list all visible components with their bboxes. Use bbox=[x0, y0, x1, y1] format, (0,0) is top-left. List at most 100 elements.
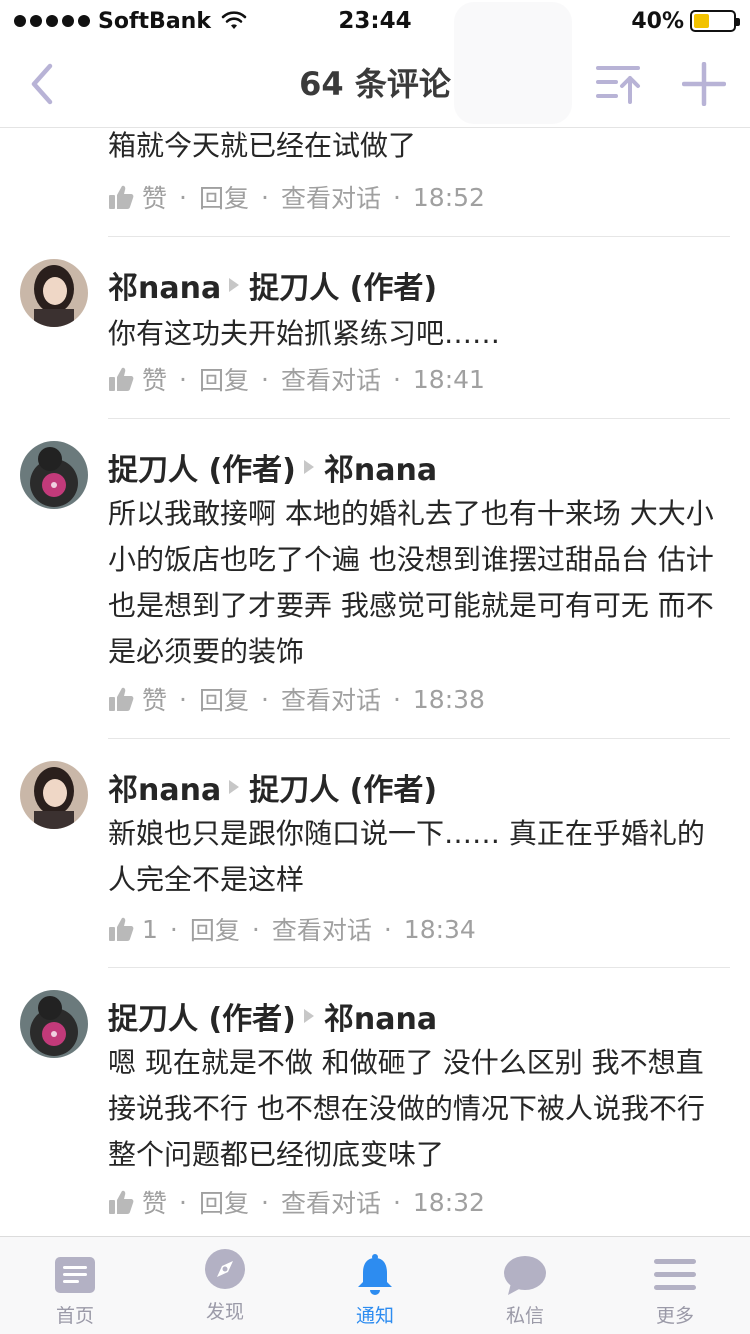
reply-button[interactable]: 回复 bbox=[199, 179, 249, 215]
comment-time: 18:34 bbox=[403, 914, 476, 944]
comment-time: 18:38 bbox=[412, 684, 485, 714]
comment-time: 18:41 bbox=[412, 364, 485, 394]
author-line: 捉刀人 (作者) 祁nana bbox=[108, 994, 437, 1038]
reply-button[interactable]: 回复 bbox=[199, 1184, 249, 1220]
avatar[interactable] bbox=[20, 441, 88, 509]
comment-text: 嗯 现在就是不做 和做砸了 没什么区别 我不想直接说我不行 也不想在没做的情况下… bbox=[108, 1046, 705, 1171]
comment-text: 箱就今天就已经在试做了 bbox=[108, 129, 417, 162]
like-label[interactable]: 赞 bbox=[142, 361, 167, 397]
thumbs-up-icon[interactable] bbox=[108, 916, 134, 942]
author-line: 捉刀人 (作者) 祁nana bbox=[108, 445, 437, 489]
tab-discover[interactable]: 发现 bbox=[150, 1237, 300, 1334]
tab-messages[interactable]: 私信 bbox=[450, 1237, 600, 1334]
bell-icon bbox=[358, 1254, 392, 1295]
tab-label: 发现 bbox=[205, 1301, 244, 1323]
battery-icon bbox=[690, 10, 740, 32]
comment-actions: 赞 · 回复 · 查看对话 · 18:38 bbox=[108, 679, 485, 719]
separator-dot: · bbox=[260, 182, 269, 212]
reply-arrow-icon bbox=[303, 1009, 314, 1023]
view-conversation-link[interactable]: 查看对话 bbox=[281, 681, 381, 717]
comment-item: 祁nana 捉刀人 (作者) 新娘也只是跟你随口说一下…… 真正在乎婚礼的人完全… bbox=[0, 739, 750, 968]
reply-to-name[interactable]: 捉刀人 (作者) bbox=[249, 263, 437, 307]
tab-bar: 首页 发现 通知 私信 更多 bbox=[0, 1236, 750, 1334]
sort-icon[interactable] bbox=[594, 62, 642, 106]
view-conversation-link[interactable]: 查看对话 bbox=[281, 179, 381, 215]
separator-dot: · bbox=[260, 364, 269, 394]
view-conversation-link[interactable]: 查看对话 bbox=[281, 361, 381, 397]
separator-dot: · bbox=[179, 684, 187, 714]
avatar[interactable] bbox=[20, 259, 88, 327]
view-conversation-link[interactable]: 查看对话 bbox=[281, 1184, 381, 1220]
home-icon bbox=[55, 1257, 95, 1293]
like-label[interactable]: 赞 bbox=[142, 1184, 167, 1220]
separator-dot: · bbox=[179, 1187, 187, 1217]
like-label[interactable]: 赞 bbox=[142, 681, 167, 717]
battery-fill bbox=[694, 14, 710, 28]
like-label[interactable]: 赞 bbox=[142, 179, 167, 215]
separator-dot: · bbox=[179, 364, 187, 394]
separator-dot: · bbox=[392, 684, 401, 714]
compass-icon bbox=[205, 1249, 245, 1289]
comment-text: 你有这功夫开始抓紧练习吧…… bbox=[108, 317, 501, 350]
separator-dot: · bbox=[260, 1187, 269, 1217]
author-name[interactable]: 捉刀人 (作者) bbox=[108, 445, 296, 489]
tab-label: 私信 bbox=[505, 1305, 544, 1327]
separator-dot: · bbox=[251, 914, 260, 944]
avatar[interactable] bbox=[20, 990, 88, 1058]
reply-arrow-icon bbox=[303, 460, 314, 474]
comment-time: 18:52 bbox=[412, 182, 485, 212]
author-line: 祁nana 捉刀人 (作者) bbox=[108, 765, 437, 809]
tab-more[interactable]: 更多 bbox=[600, 1237, 750, 1334]
reply-arrow-icon bbox=[229, 278, 240, 292]
reply-button[interactable]: 回复 bbox=[199, 361, 249, 397]
menu-icon bbox=[654, 1259, 696, 1290]
author-name[interactable]: 捉刀人 (作者) bbox=[108, 994, 296, 1038]
plus-icon[interactable] bbox=[682, 62, 726, 106]
comment-item: 箱就今天就已经在试做了 赞 · 回复 · 查看对话 · 18:52 bbox=[0, 129, 750, 237]
author-name[interactable]: 祁nana bbox=[108, 263, 221, 307]
comment-item: 捉刀人 (作者) 祁nana 所以我敢接啊 本地的婚礼去了也有十来场 大大小小的… bbox=[0, 419, 750, 739]
reply-button[interactable]: 回复 bbox=[190, 911, 240, 947]
reply-arrow-icon bbox=[229, 780, 240, 794]
separator-dot: · bbox=[169, 914, 178, 944]
thumbs-up-icon[interactable] bbox=[108, 686, 134, 712]
status-right: 40% bbox=[631, 6, 740, 36]
tab-notifications[interactable]: 通知 bbox=[300, 1237, 450, 1334]
reply-to-name[interactable]: 祁nana bbox=[324, 994, 437, 1038]
comment-text: 新娘也只是跟你随口说一下…… 真正在乎婚礼的人完全不是这样 bbox=[108, 817, 705, 896]
reply-to-name[interactable]: 祁nana bbox=[324, 445, 437, 489]
avatar[interactable] bbox=[20, 761, 88, 829]
chat-bubble-icon bbox=[504, 1256, 546, 1295]
reply-button[interactable]: 回复 bbox=[199, 681, 249, 717]
tab-label: 更多 bbox=[655, 1305, 694, 1327]
comment-list: 箱就今天就已经在试做了 赞 · 回复 · 查看对话 · 18:52 祁nana … bbox=[0, 129, 750, 1236]
separator-dot: · bbox=[383, 914, 392, 944]
tab-label: 通知 bbox=[355, 1305, 394, 1327]
separator-dot: · bbox=[392, 182, 401, 212]
status-bar: SoftBank 23:44 40% bbox=[0, 0, 750, 40]
comment-text: 所以我敢接啊 本地的婚礼去了也有十来场 大大小小的饭店也吃了个遍 也没想到谁摆过… bbox=[108, 497, 714, 668]
comment-actions: 赞 · 回复 · 查看对话 · 18:52 bbox=[108, 177, 485, 217]
comment-item: 捉刀人 (作者) 祁nana 嗯 现在就是不做 和做砸了 没什么区别 我不想直接… bbox=[0, 968, 750, 1236]
author-name[interactable]: 祁nana bbox=[108, 765, 221, 809]
nav-bar: 64 条评论 bbox=[0, 2, 750, 128]
view-conversation-link[interactable]: 查看对话 bbox=[272, 911, 372, 947]
separator-dot: · bbox=[392, 364, 401, 394]
separator-dot: · bbox=[179, 182, 187, 212]
author-line: 祁nana 捉刀人 (作者) bbox=[108, 263, 437, 307]
tab-label: 首页 bbox=[55, 1305, 94, 1327]
comment-actions: 1 · 回复 · 查看对话 · 18:34 bbox=[108, 909, 476, 949]
reply-to-name[interactable]: 捉刀人 (作者) bbox=[249, 765, 437, 809]
thumbs-up-icon[interactable] bbox=[108, 366, 134, 392]
separator-dot: · bbox=[260, 684, 269, 714]
comment-time: 18:32 bbox=[412, 1187, 485, 1217]
thumbs-up-icon[interactable] bbox=[108, 184, 134, 210]
battery-percentage: 40% bbox=[631, 8, 684, 34]
comment-item: 祁nana 捉刀人 (作者) 你有这功夫开始抓紧练习吧…… 赞 · 回复 · 查… bbox=[0, 237, 750, 419]
comment-actions: 赞 · 回复 · 查看对话 · 18:32 bbox=[108, 1182, 485, 1222]
thumbs-up-icon[interactable] bbox=[108, 1189, 134, 1215]
separator-dot: · bbox=[392, 1187, 401, 1217]
tab-home[interactable]: 首页 bbox=[0, 1237, 150, 1334]
comment-actions: 赞 · 回复 · 查看对话 · 18:41 bbox=[108, 359, 485, 399]
like-count[interactable]: 1 bbox=[142, 915, 158, 944]
